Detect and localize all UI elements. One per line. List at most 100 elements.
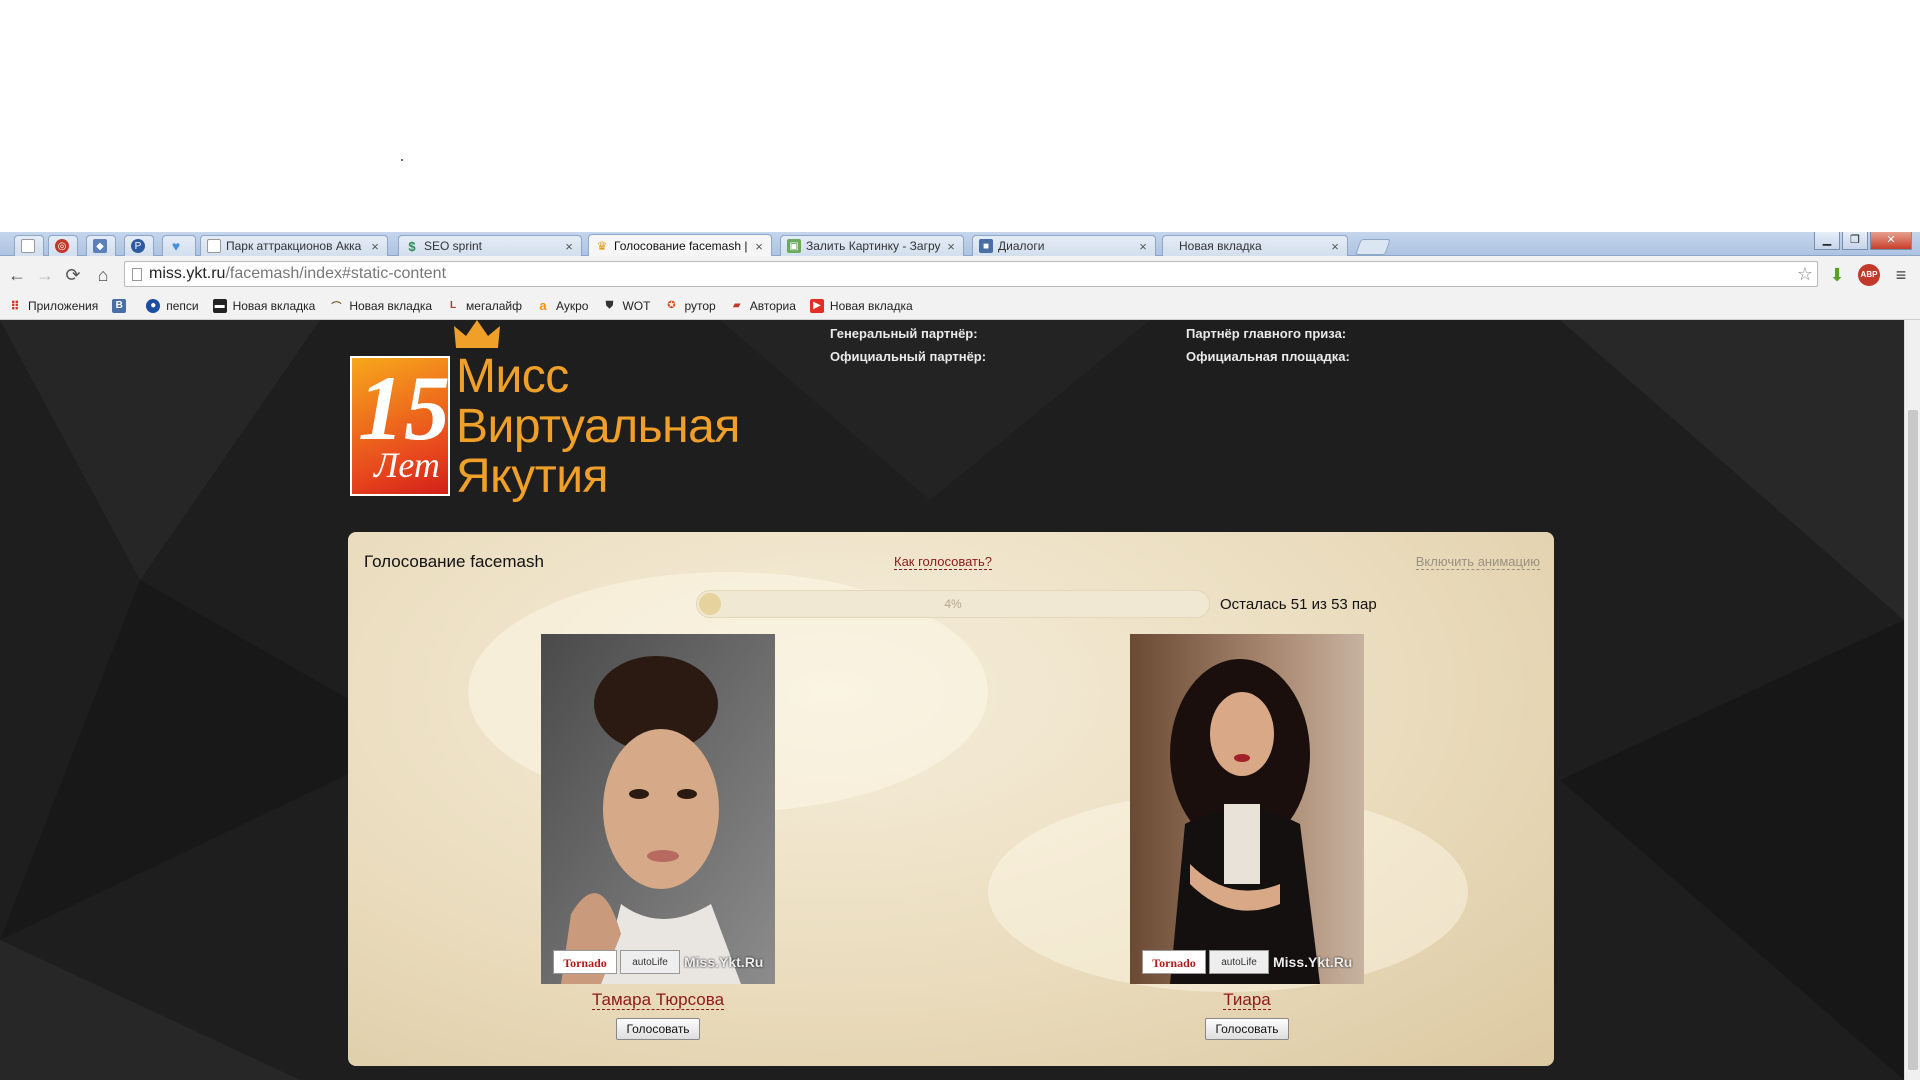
megalife-icon: L (449, 300, 457, 311)
pairs-remaining: Осталась 51 из 53 пар (1220, 596, 1377, 613)
bookmark-apps[interactable]: ⠿ Приложения (8, 299, 98, 313)
how-to-vote-link[interactable]: Как голосовать? (894, 554, 993, 570)
tab-strip: ◎ ◆ P ♥ Парк аттракционов Акка × $ SEO s… (0, 232, 1920, 257)
download-extension-icon[interactable]: ⬇ (1826, 264, 1848, 286)
contestant-name[interactable]: Тамара Тюрсова (541, 990, 775, 1010)
site-logo[interactable]: 15 Лет Мисс Виртуальная Якутия (350, 320, 770, 510)
scrollbar-thumb[interactable] (1908, 410, 1918, 1070)
image-icon: ▣ (787, 239, 801, 253)
tab-pinned-blank[interactable] (14, 235, 44, 256)
close-icon[interactable]: × (753, 239, 765, 254)
tab-pinned-p[interactable]: P (124, 235, 154, 256)
dot (401, 159, 403, 161)
photo-watermark: Tornado autoLife Miss.Ykt.Ru (553, 950, 763, 974)
menu-icon[interactable]: ≡ (1890, 264, 1912, 286)
close-icon[interactable]: × (563, 239, 575, 254)
bookmark-new-tab-1[interactable]: ▬ Новая вкладка (212, 298, 316, 313)
bookmark-megalife[interactable]: Lмегалайф (446, 299, 522, 313)
badge-number: 15 (358, 357, 450, 459)
window-close-button[interactable]: ✕ (1870, 232, 1912, 250)
blank-area (0, 0, 1920, 232)
aukro-icon: a (539, 298, 547, 313)
apps-icon: ⠿ (10, 298, 20, 313)
page-content: 15 Лет Мисс Виртуальная Якутия Генеральн… (0, 320, 1904, 1080)
anniversary-badge: 15 Лет (350, 356, 450, 496)
watermark-site: Miss.Ykt.Ru (684, 954, 764, 970)
wot-icon: ⛊ (605, 300, 614, 311)
new-tab-button[interactable] (1355, 239, 1391, 255)
tab-pinned-heart[interactable]: ♥ (162, 235, 196, 256)
tab-facemash[interactable]: ♛ Голосование facemash | Ш × (588, 234, 772, 257)
tab-pinned-shield[interactable]: ◆ (86, 235, 116, 256)
vk-b-icon: B (112, 298, 127, 313)
bookmark-pepsi[interactable]: ● пепси (146, 298, 199, 313)
watermark-brand: Tornado (1142, 950, 1206, 974)
logo-line-2: Виртуальная (456, 400, 740, 453)
page-icon (207, 239, 221, 253)
badge-years: Лет (374, 445, 440, 485)
bookmark-label: Новая вкладка (829, 298, 913, 313)
vote-button[interactable]: Голосовать (1205, 1018, 1289, 1040)
contestant-name-text: Тиара (1223, 990, 1271, 1010)
bookmark-label: рутор (684, 298, 716, 313)
crown-icon: ♛ (596, 239, 608, 253)
enable-animation-link[interactable]: Включить анимацию (1415, 554, 1540, 570)
tab-amusement-park[interactable]: Парк аттракционов Акка × (200, 235, 388, 256)
bookmark-label: Аукро (556, 298, 589, 313)
contestant-photo[interactable]: Tornado autoLife Miss.Ykt.Ru (1130, 634, 1364, 984)
bookmark-vk[interactable]: B (112, 298, 132, 313)
tab-dialogs[interactable]: ■ Диалоги × (972, 235, 1156, 256)
reload-button[interactable]: ⟳ (62, 264, 84, 286)
close-icon[interactable]: × (945, 239, 957, 254)
minimize-button[interactable]: ▁ (1814, 232, 1840, 250)
address-bar[interactable]: miss.ykt.ru/facemash/index#static-conten… (124, 261, 1818, 287)
bookmark-star-icon[interactable]: ☆ (1797, 262, 1813, 286)
bookmark-new-tab-2[interactable]: ⌒ Новая вкладка (329, 298, 433, 314)
tab-title: Голосование facemash | Ш (614, 239, 749, 253)
tab-title: Парк аттракционов Акка (226, 239, 362, 253)
tab-seo-sprint[interactable]: $ SEO sprint × (398, 235, 582, 256)
clapper-icon: ▬ (212, 298, 227, 313)
hammock-icon: ⌒ (331, 302, 342, 313)
bookmark-label: Новая вкладка (349, 298, 433, 313)
contestant-photo[interactable]: Tornado autoLife Miss.Ykt.Ru (541, 634, 775, 984)
watermark-partner: autoLife (620, 950, 680, 974)
watermark-site: Miss.Ykt.Ru (1273, 954, 1353, 970)
forward-button[interactable]: → (34, 264, 56, 286)
voting-panel: Голосование facemash Как голосовать? Вкл… (348, 532, 1554, 1066)
page-scrollbar[interactable] (1904, 320, 1920, 1080)
official-partner-label: Официальный партнёр: (830, 349, 987, 364)
tab-upload-image[interactable]: ▣ Залить Картинку - Загру × (780, 235, 964, 256)
home-button[interactable]: ⌂ (92, 264, 114, 286)
close-icon[interactable]: × (369, 239, 381, 254)
contestant-name[interactable]: Тиара (1130, 990, 1364, 1010)
rutor-icon: ✪ (667, 300, 676, 311)
bookmark-label: мегалайф (466, 298, 522, 313)
bookmark-wot[interactable]: ⛊ WOT (602, 299, 651, 313)
logo-line-1: Мисс (456, 350, 569, 403)
bookmark-label: Авториа (749, 298, 796, 313)
close-icon[interactable]: × (1137, 239, 1149, 254)
official-platform-label: Официальная площадка: (1186, 349, 1350, 364)
opera-icon: ◎ (55, 239, 69, 253)
youtube-icon: ▶ (809, 298, 824, 313)
logo-line-3: Якутия (456, 450, 609, 503)
bookmark-youtube[interactable]: ▶ Новая вкладка (809, 298, 913, 313)
heart-icon: ♥ (171, 238, 181, 254)
bookmark-autoria[interactable]: ▰ Авториа (730, 299, 796, 313)
bookmark-aukro[interactable]: a Аукро (536, 298, 589, 313)
tab-pinned-opera[interactable]: ◎ (48, 235, 78, 256)
voting-title: Голосование facemash (364, 552, 544, 571)
close-icon[interactable]: × (1329, 239, 1341, 254)
bookmark-label: пепси (166, 298, 199, 313)
maximize-button[interactable]: ❐ (1842, 232, 1868, 250)
vote-button[interactable]: Голосовать (616, 1018, 700, 1040)
tab-new-tab[interactable]: Новая вкладка × (1162, 235, 1348, 256)
photo-watermark: Tornado autoLife Miss.Ykt.Ru (1142, 950, 1352, 974)
bookmark-label: Новая вкладка (232, 298, 316, 313)
bookmark-rutor[interactable]: ✪ рутор (664, 299, 715, 313)
url-domain: miss.ykt.ru (149, 265, 226, 282)
back-button[interactable]: ← (6, 264, 28, 286)
adblock-icon[interactable]: ABP (1858, 264, 1880, 286)
page-icon (132, 268, 142, 281)
